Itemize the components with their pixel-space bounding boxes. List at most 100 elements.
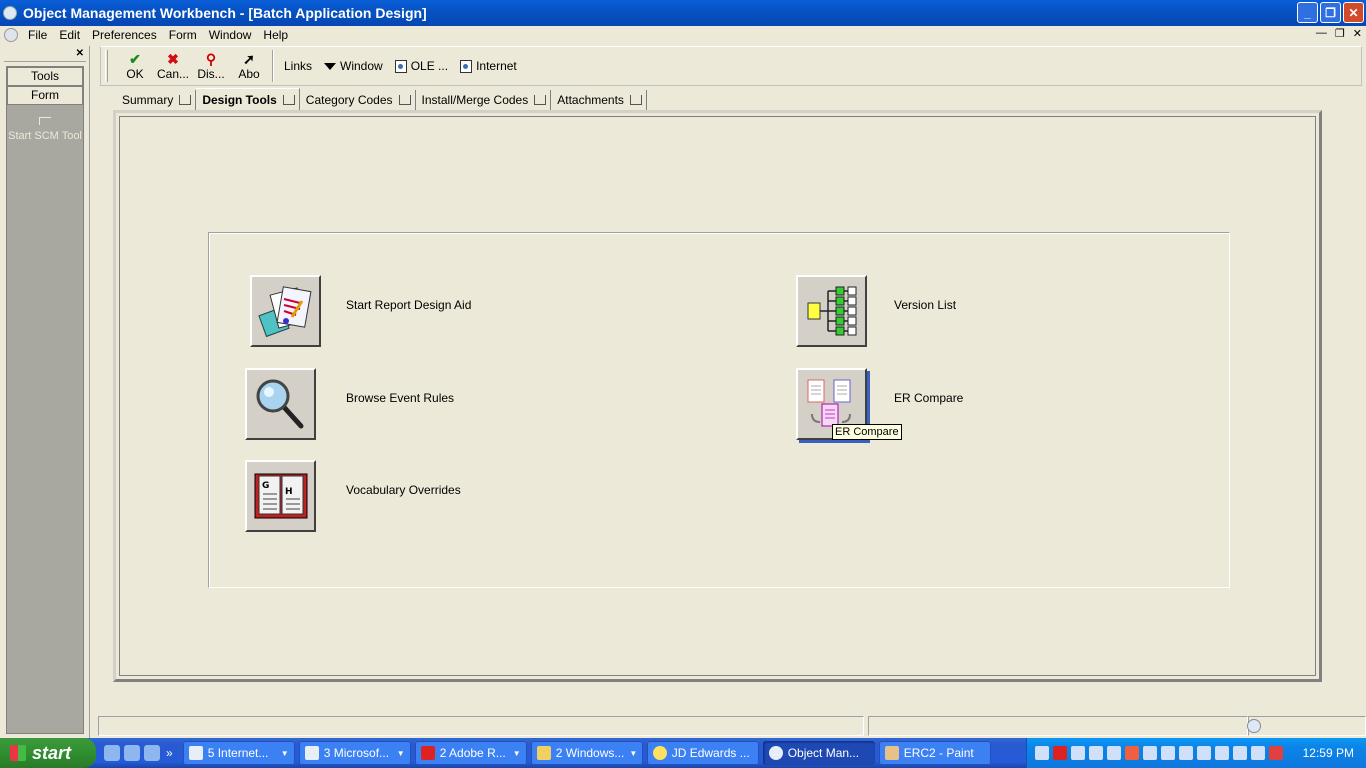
ok-button[interactable]: ✔ OK — [116, 51, 154, 81]
form-button[interactable]: Form — [7, 86, 83, 105]
mdi-minimize-icon[interactable]: — — [1316, 27, 1327, 40]
tab-design-tools[interactable]: Design Tools — [196, 88, 300, 110]
minimize-button[interactable]: _ — [1297, 2, 1318, 23]
tab-attachments-icon — [629, 95, 642, 105]
task-adobe-label: 2 Adobe R... — [439, 746, 506, 760]
task-paint[interactable]: ERC2 - Paint — [878, 741, 991, 765]
tab-summary[interactable]: Summary — [116, 90, 197, 110]
ie-icon — [188, 746, 203, 760]
tab-install-merge-codes[interactable]: Install/Merge Codes — [415, 90, 552, 110]
mdi-controls: — ❐ ✕ — [1316, 27, 1362, 40]
toolbar: ✔ OK ✖ Can... ⚲ Dis... ➚ Abo Links Windo… — [100, 46, 1362, 86]
start-scm-tool-item[interactable]: Start SCM Tool — [7, 117, 83, 144]
version-list-tool: Version List — [796, 275, 956, 347]
task-object-management-label: Object Man... — [787, 746, 860, 760]
links-menu[interactable]: Links — [278, 59, 318, 73]
tray-app-icon[interactable] — [1197, 746, 1211, 760]
tab-category-codes-label: Category Codes — [305, 93, 393, 107]
design-tools-group — [208, 232, 1230, 588]
task-windows-label: 2 Windows... — [555, 746, 625, 760]
task-internet[interactable]: 5 Internet... ▼ — [182, 741, 295, 765]
tab-category-codes[interactable]: Category Codes — [299, 90, 416, 110]
word-icon — [304, 746, 319, 760]
lightbulb-icon — [652, 746, 667, 760]
internet-icon — [460, 59, 473, 73]
links-label: Links — [284, 59, 313, 73]
exit-bar-close-icon[interactable]: ✕ — [76, 48, 84, 59]
clock[interactable]: 12:59 PM — [1303, 746, 1354, 760]
exit-bar-panel: Tools Form Start SCM Tool — [6, 66, 84, 734]
maximize-button[interactable]: ❐ — [1320, 2, 1341, 23]
report-design-icon — [257, 286, 311, 338]
tray-app-icon[interactable] — [1215, 746, 1229, 760]
about-label: Abo — [238, 67, 260, 81]
menu-form[interactable]: Form — [163, 28, 203, 42]
menu-bar: File Edit Preferences Form Window Help — [0, 26, 1366, 44]
tray-app-icon[interactable] — [1251, 746, 1265, 760]
task-menu-arrow-icon: ▼ — [280, 748, 289, 758]
adobe-reader-icon — [420, 746, 435, 760]
status-pane-right — [1247, 716, 1366, 736]
ole-button[interactable]: OLE ... — [389, 59, 454, 73]
tray-app-icon[interactable] — [1143, 746, 1157, 760]
cancel-button[interactable]: ✖ Can... — [154, 51, 192, 81]
tab-attachments[interactable]: Attachments — [551, 90, 647, 110]
outlook-icon[interactable] — [124, 745, 140, 761]
menu-preferences[interactable]: Preferences — [86, 28, 163, 42]
app-icon[interactable] — [3, 6, 17, 20]
mdi-close-icon[interactable]: ✕ — [1353, 27, 1362, 40]
ok-label: OK — [126, 67, 144, 81]
mdi-restore-icon[interactable]: ❐ — [1335, 27, 1345, 40]
tab-install-merge-codes-icon — [534, 95, 547, 105]
tray-app-icon[interactable] — [1125, 746, 1139, 760]
quick-launch-more-icon[interactable]: » — [166, 746, 173, 760]
task-object-management[interactable]: Object Man... — [762, 741, 875, 765]
status-pane-middle — [868, 716, 1248, 736]
close-button[interactable]: ✕ — [1343, 2, 1364, 23]
internet-button[interactable]: Internet — [454, 59, 523, 73]
version-list-button[interactable] — [796, 275, 867, 347]
internet-explorer-icon[interactable] — [104, 745, 120, 761]
vocabulary-overrides-button[interactable]: G H — [245, 460, 316, 532]
acrobat-tray-icon[interactable] — [1053, 746, 1067, 760]
tab-summary-icon — [179, 95, 192, 105]
tab-strip: Summary Design Tools Category Codes Inst… — [116, 88, 647, 110]
tray-app-icon[interactable] — [1089, 746, 1103, 760]
task-adobe[interactable]: 2 Adobe R... ▼ — [414, 741, 527, 765]
menu-edit[interactable]: Edit — [53, 28, 86, 42]
volume-icon[interactable] — [1179, 746, 1193, 760]
about-button[interactable]: ➚ Abo — [230, 51, 268, 81]
windows-logo-icon — [10, 745, 26, 761]
task-microsoft[interactable]: 3 Microsof... ▼ — [298, 741, 411, 765]
task-windows[interactable]: 2 Windows... ▼ — [530, 741, 643, 765]
toolbar-grip[interactable] — [105, 50, 108, 82]
task-jd-edwards[interactable]: JD Edwards ... — [646, 741, 759, 765]
tools-button[interactable]: Tools — [7, 67, 83, 86]
toolbar-separator — [272, 50, 274, 82]
firefox-icon[interactable] — [144, 745, 160, 761]
network-icon[interactable] — [1035, 746, 1049, 760]
menu-file[interactable]: File — [22, 28, 53, 42]
menu-window[interactable]: Window — [203, 28, 258, 42]
task-jd-edwards-label: JD Edwards ... — [671, 746, 750, 760]
er-compare-label: ER Compare — [894, 391, 964, 405]
x-icon: ✖ — [167, 51, 179, 67]
tray-app-icon[interactable] — [1071, 746, 1085, 760]
report-design-aid-button[interactable] — [250, 275, 321, 347]
status-pane-left — [98, 716, 864, 736]
ole-icon — [394, 59, 407, 73]
quick-launch — [104, 745, 160, 761]
tray-app-icon[interactable] — [1107, 746, 1121, 760]
start-button[interactable]: start — [0, 738, 96, 768]
task-internet-label: 5 Internet... — [207, 746, 269, 760]
document-icon[interactable] — [4, 28, 18, 42]
tray-app-icon[interactable] — [1161, 746, 1175, 760]
menu-help[interactable]: Help — [257, 28, 294, 42]
task-menu-arrow-icon: ▼ — [396, 748, 405, 758]
tray-app-icon[interactable] — [1233, 746, 1247, 760]
display-button[interactable]: ⚲ Dis... — [192, 51, 230, 81]
security-shield-icon[interactable] — [1269, 746, 1283, 760]
browse-event-rules-button[interactable] — [245, 368, 316, 440]
oneworld-icon — [768, 746, 783, 760]
window-dropdown[interactable]: Window — [318, 59, 389, 73]
